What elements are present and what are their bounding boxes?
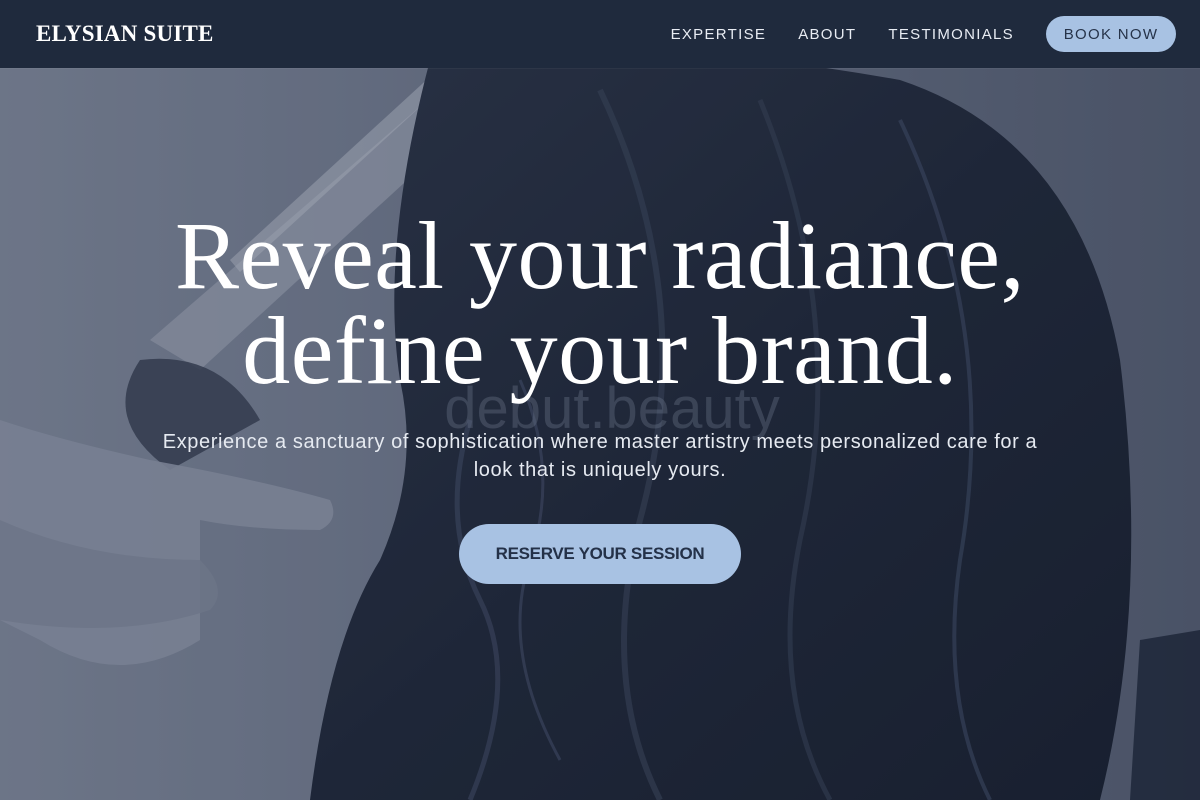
hero-section: Reveal your radiance, define your brand.… [0, 208, 1200, 584]
book-now-button[interactable]: BOOK NOW [1046, 16, 1176, 52]
brand-logo[interactable]: ELYSIAN SUITE [36, 18, 214, 50]
hero-subtitle: Experience a sanctuary of sophistication… [162, 431, 1038, 481]
hero-headline-line-2: define your brand. [242, 297, 958, 404]
site-header: ELYSIAN SUITE EXPERTISE ABOUT TESTIMONIA… [0, 0, 1200, 68]
nav-link-testimonials[interactable]: TESTIMONIALS [888, 26, 1014, 43]
nav-link-about[interactable]: ABOUT [798, 26, 856, 43]
main-navigation: EXPERTISE ABOUT TESTIMONIALS BOOK NOW [671, 0, 1176, 68]
hero-headline-line-1: Reveal your radiance, [174, 202, 1026, 309]
hero-headline: Reveal your radiance, define your brand. [0, 202, 1200, 404]
nav-link-expertise[interactable]: EXPERTISE [671, 26, 767, 43]
page: debut.beauty ELYSIAN SUITE EXPERTISE ABO… [0, 0, 1200, 800]
reserve-session-button[interactable]: RESERVE YOUR SESSION [459, 524, 741, 584]
